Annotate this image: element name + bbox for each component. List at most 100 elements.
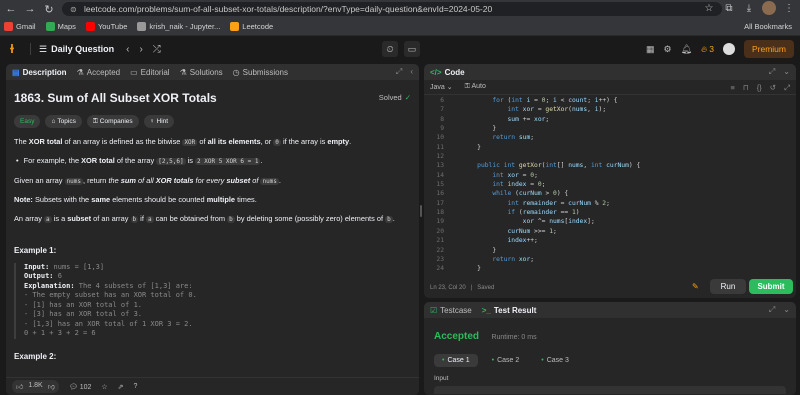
fullscreen-icon[interactable]: ⤢ <box>784 83 790 93</box>
maximize-icon[interactable]: ⤢ <box>396 67 402 77</box>
companies-tag[interactable]: ⚿ Companies <box>86 114 139 128</box>
extensions-icon[interactable]: ⧉ <box>722 1 736 15</box>
maximize-icon[interactable]: ⤢ <box>769 67 775 77</box>
thumbs-down-icon: 👎︎ <box>47 384 55 391</box>
user-avatar[interactable] <box>722 43 735 55</box>
description-panel: ▤ Description ⚗ Accepted ▭ Editorial ⚗ Solut… <box>6 64 419 395</box>
line-code: } <box>462 265 481 273</box>
code-line: 21 index++; <box>424 237 796 246</box>
tab-test-result[interactable]: >_ Test Result <box>482 306 537 315</box>
chrome-menu-icon[interactable]: ⋮ <box>782 1 796 15</box>
random-question-icon[interactable]: ⤮ <box>153 44 161 55</box>
leetcode-logo-icon[interactable]: ɫ <box>10 42 22 56</box>
premium-button[interactable]: Premium <box>743 40 794 58</box>
layout-icon[interactable]: ▦ <box>646 44 655 55</box>
bookmark-youtube[interactable]: YouTube <box>85 22 127 31</box>
tab-accepted[interactable]: ⚗ Accepted <box>77 68 121 77</box>
site-info-icon[interactable]: ⊜ <box>70 5 80 14</box>
bookmark-leetcode[interactable]: Leetcode <box>230 22 273 31</box>
bookmark-star-icon[interactable]: ☆ <box>702 1 716 15</box>
problem-list-button[interactable]: ☰ Daily Question <box>39 44 114 55</box>
favorite-icon[interactable]: ☆ <box>101 383 107 391</box>
solved-badge: Solved ✓ <box>378 93 411 103</box>
bookmark-maps[interactable]: Maps <box>45 22 76 31</box>
paragraph-task: Given an array nums, return the sum of a… <box>14 175 281 185</box>
downloads-icon[interactable]: ⤓ <box>742 1 756 15</box>
line-code: index++; <box>507 237 538 245</box>
bookmark-jupyter[interactable]: krish_naik - Jupyter... <box>137 22 220 31</box>
bookmark-gmail[interactable]: Gmail <box>4 22 36 31</box>
url-text: leetcode.com/problems/sum-of-all-subset-… <box>84 4 493 14</box>
reload-icon[interactable]: ↻ <box>41 1 57 17</box>
notes-icon[interactable]: ✎ <box>692 282 699 291</box>
runtime: Runtime: 0 ms <box>491 334 537 341</box>
collapse-icon[interactable]: ‹ <box>410 67 413 77</box>
submit-button[interactable]: Submit <box>749 279 793 294</box>
comments-button[interactable]: 💬︎ 102 <box>69 383 92 391</box>
code-editor[interactable]: 6 for (int i = 0; i < count; i++) {7 int… <box>424 97 796 279</box>
line-number: 17 <box>436 199 444 207</box>
notes-icon[interactable]: ▭ <box>404 41 420 57</box>
case-tab-2[interactable]: • Case 2 <box>484 354 528 367</box>
topics-tag[interactable]: ⌂ Topics <box>45 114 82 128</box>
address-bar[interactable]: ⊜ leetcode.com/problems/sum-of-all-subse… <box>62 2 722 16</box>
braces-icon[interactable]: {} <box>757 83 762 93</box>
tab-code[interactable]: </> Code <box>430 68 465 77</box>
back-icon[interactable]: ← <box>3 1 19 17</box>
paragraph-subset-def: An array a is a subset of an array b if … <box>14 214 395 224</box>
line-code: } <box>462 246 497 254</box>
flask-icon: ⚗ <box>76 67 84 77</box>
notifications-icon[interactable]: 🔔︎ <box>681 44 692 55</box>
line-number: 13 <box>436 162 444 170</box>
document-icon: ▤ <box>12 67 20 77</box>
autocomplete-toggle[interactable]: ⚿ Auto <box>465 83 486 91</box>
vote-group[interactable]: 👍︎ 1.8K 👎︎ <box>12 380 59 393</box>
all-bookmarks[interactable]: All Bookmarks <box>744 22 792 31</box>
tab-editorial[interactable]: ▭ Editorial <box>130 68 169 77</box>
browser-toolbar: ← → ↻ ⊜ leetcode.com/problems/sum-of-all… <box>0 0 800 18</box>
hint-tag[interactable]: ♀ Hint <box>143 114 175 128</box>
language-select[interactable]: Java ⌄ <box>430 83 453 91</box>
example-bullet: • For example, the XOR total of the arra… <box>16 156 263 166</box>
streak-counter[interactable]: 🔥︎ 3 <box>701 44 714 55</box>
case-tab-3[interactable]: • Case 3 <box>533 354 577 367</box>
run-button[interactable]: Run <box>710 279 746 294</box>
line-code: public int getXor(int[] nums, int curNum… <box>477 162 641 170</box>
difficulty-tag[interactable]: Easy <box>14 114 41 128</box>
code-line: 8 sum += xor; <box>424 116 796 125</box>
help-icon[interactable]: ? <box>134 383 138 390</box>
case-tab-1[interactable]: • Case 1 <box>434 354 478 367</box>
next-question-icon[interactable]: › <box>139 44 142 55</box>
prev-question-icon[interactable]: ‹ <box>126 44 129 55</box>
tab-submissions[interactable]: ◷ Submissions <box>233 68 288 77</box>
collapse-icon[interactable]: ⌄ <box>783 305 790 315</box>
bookmark-icon[interactable]: ⊓ <box>743 83 749 93</box>
tab-testcase[interactable]: ☑ Testcase <box>430 306 472 315</box>
line-code: int remainder = curNum % 2; <box>507 199 610 207</box>
line-number: 11 <box>436 143 444 151</box>
code-line: 23 return xor; <box>424 256 796 265</box>
settings-icon[interactable]: ⚙ <box>663 44 671 55</box>
line-number: 12 <box>436 153 444 161</box>
line-number: 19 <box>436 218 444 226</box>
forward-icon[interactable]: → <box>22 1 38 17</box>
divider <box>30 43 31 55</box>
collapse-icon[interactable]: ⌄ <box>783 67 790 77</box>
maximize-icon[interactable]: ⤢ <box>769 305 775 315</box>
timer-icon[interactable]: ⏲ <box>382 41 398 57</box>
tab-solutions[interactable]: ⚗ Solutions <box>180 68 223 77</box>
profile-avatar[interactable] <box>762 1 776 15</box>
panel-resize-handle[interactable] <box>420 205 422 217</box>
lightbulb-icon: ♀ <box>149 117 155 125</box>
tab-description[interactable]: ▤ Description <box>12 68 67 77</box>
line-number: 9 <box>440 125 444 133</box>
input-label: Input <box>434 375 449 382</box>
line-number: 22 <box>436 246 444 254</box>
line-code: curNum >>= 1; <box>507 227 557 235</box>
paragraph-definition: The XOR total of an array is defined as … <box>14 136 352 146</box>
share-icon[interactable]: ⇗ <box>118 383 124 391</box>
book-icon: ▭ <box>130 67 138 77</box>
align-icon[interactable]: ≡ <box>730 83 734 93</box>
code-line: 22 } <box>424 247 796 256</box>
reset-icon[interactable]: ↺ <box>770 83 776 93</box>
